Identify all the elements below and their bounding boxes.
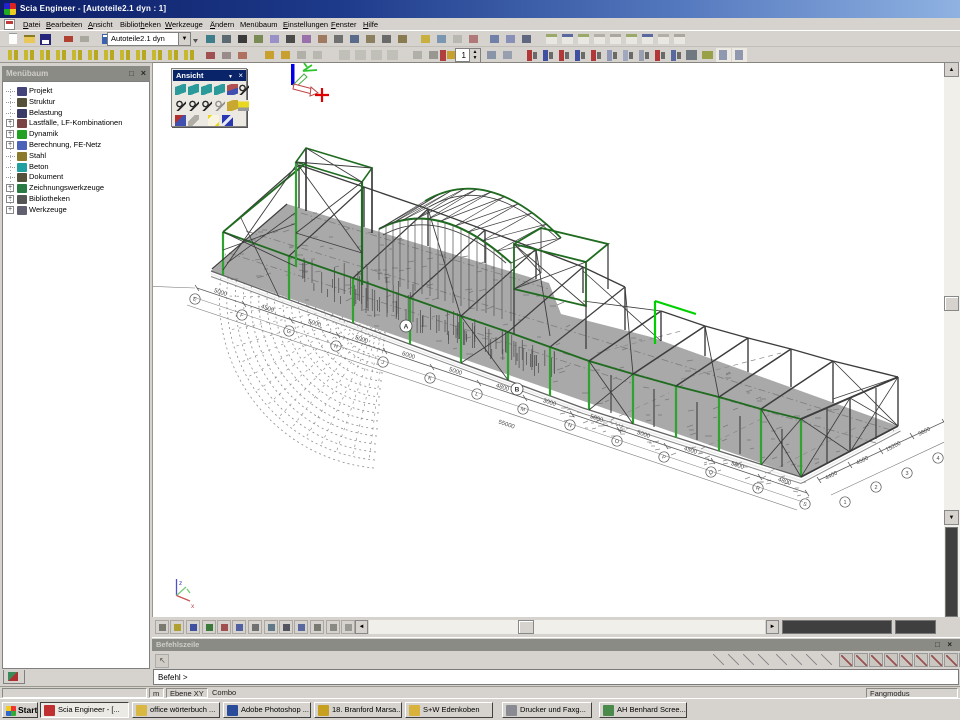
svg-text:3800: 3800 [917,427,931,438]
svg-text:4500: 4500 [855,456,869,467]
svg-text:2: 2 [874,485,877,491]
svg-text:4: 4 [936,456,939,462]
svg-text:3: 3 [905,471,908,477]
svg-text:6000: 6000 [401,351,416,361]
svg-text:15200: 15200 [885,441,902,454]
svg-text:A: A [404,324,409,331]
svg-text:x: x [191,603,195,610]
svg-text:4800: 4800 [495,383,510,393]
svg-text:1: 1 [843,500,846,506]
svg-text:B: B [515,387,520,394]
svg-text:55000: 55000 [497,420,515,431]
svg-text:z: z [179,580,182,587]
svg-text:4500: 4500 [260,304,275,314]
svg-text:4400: 4400 [824,471,838,482]
svg-text:5000: 5000 [213,288,228,298]
